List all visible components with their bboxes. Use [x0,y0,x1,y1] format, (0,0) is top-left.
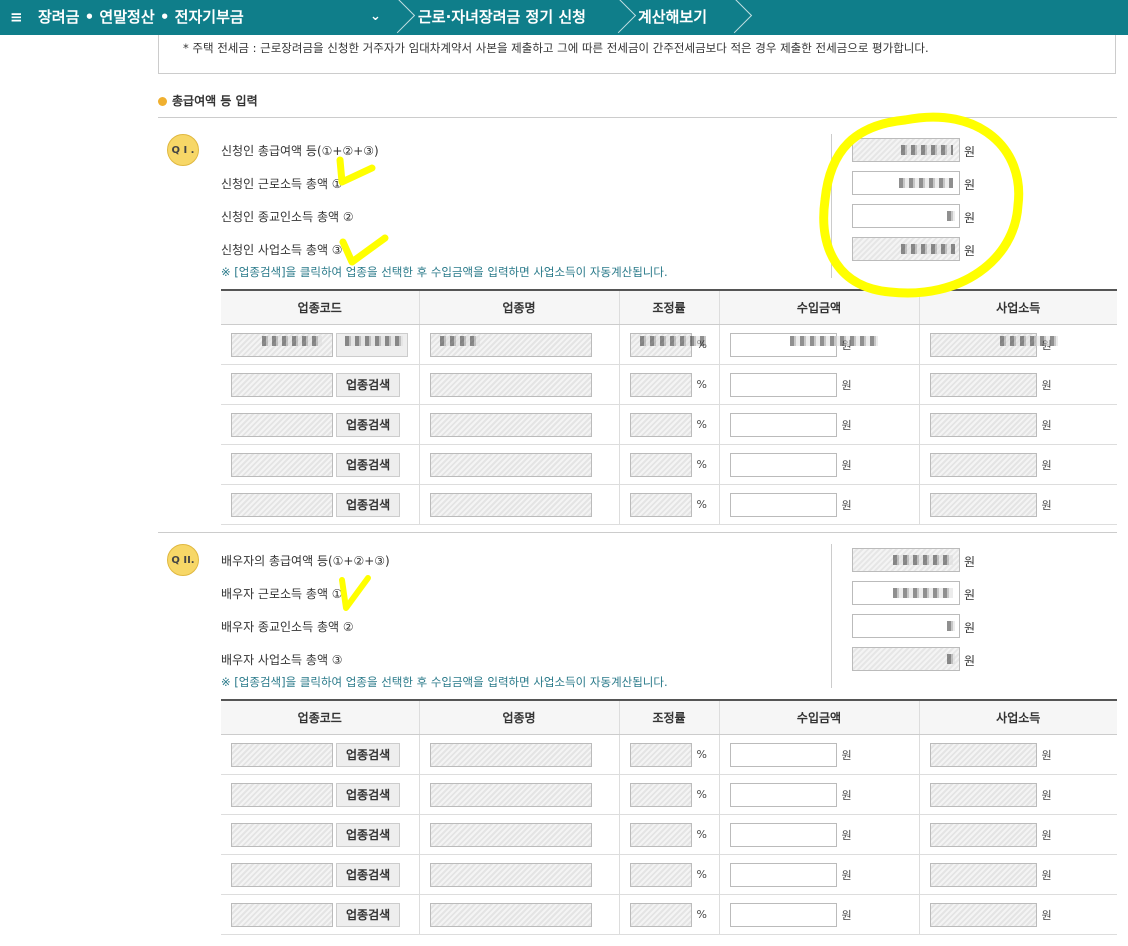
yellow-annotation-overlay [336,112,1024,611]
highlight-circle [819,112,1024,298]
check-mark [336,156,376,186]
check-mark [339,575,371,611]
check-mark [339,234,389,266]
